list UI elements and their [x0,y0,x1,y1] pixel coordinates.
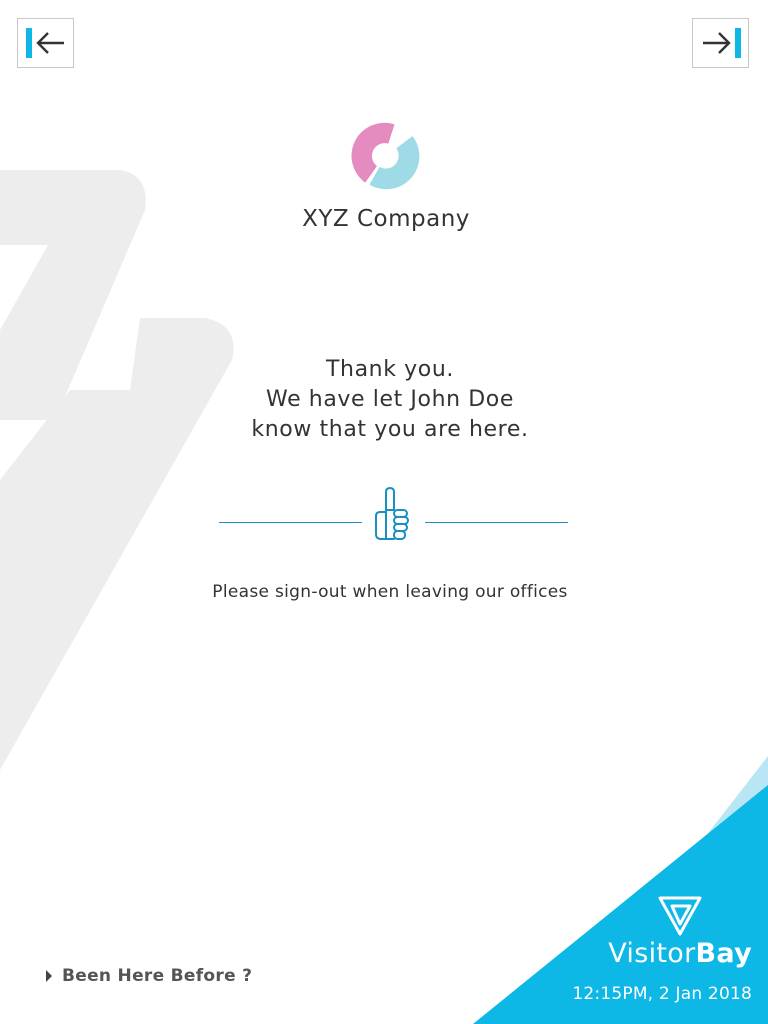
message-line-1: Thank you. [326,357,454,382]
company-header: XYZ Company [0,120,768,232]
visitorbay-logo-icon [658,896,702,936]
divider-right [425,522,568,523]
been-here-label: Been Here Before ? [62,966,253,986]
forward-button[interactable] [692,18,749,68]
brand-name-light: Visitor [608,938,696,969]
thumbs-up-icon [375,487,409,540]
confirmation-message: Thank you. We have let John Doe know tha… [0,355,768,445]
message-line-2: We have let John Doe [266,387,514,412]
arrow-left-bar-icon [25,28,64,58]
company-name: XYZ Company [302,206,470,232]
brand-name-bold: Bay [695,938,752,969]
brand-name: VisitorBay [600,938,752,969]
message-line-3: know that you are here. [251,417,529,442]
been-here-before-link[interactable]: Been Here Before ? [46,966,252,986]
caret-right-icon [46,970,52,982]
back-button[interactable] [17,18,74,68]
arrow-right-bar-icon [702,28,741,58]
divider-left [219,522,362,523]
ring-logo-icon [351,122,420,190]
signout-note: Please sign-out when leaving our offices [212,582,568,602]
datetime: 12:15PM, 2 Jan 2018 [572,984,752,1004]
